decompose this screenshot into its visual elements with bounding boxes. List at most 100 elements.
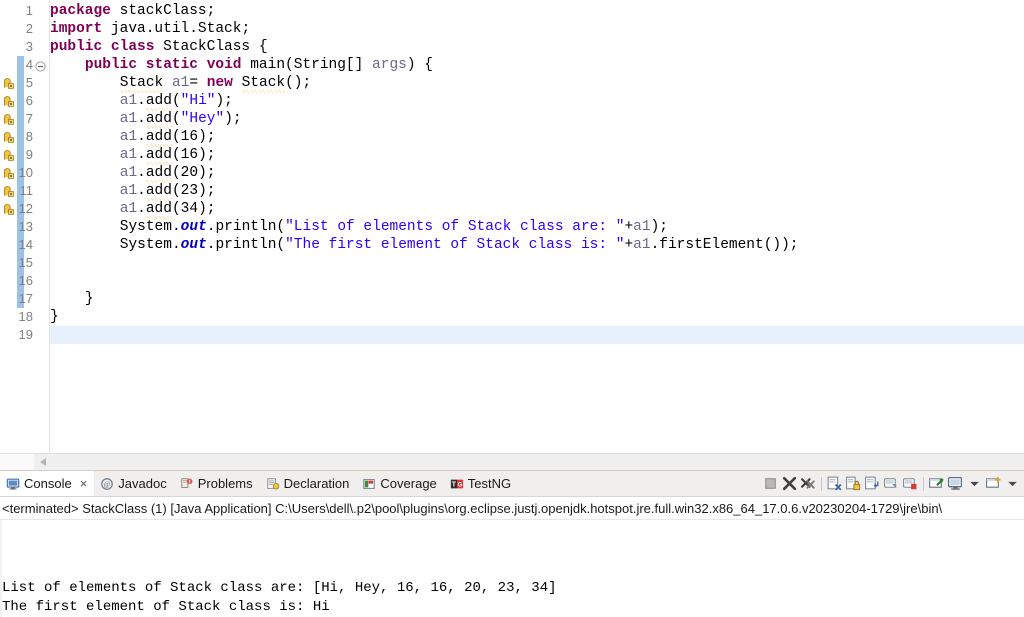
code-line[interactable]: import java.util.Stack;: [50, 20, 250, 38]
code-line[interactable]: a1.add("Hi");: [50, 92, 233, 111]
code-token: );: [215, 93, 233, 109]
code-line[interactable]: a1.add(34);: [50, 200, 216, 219]
terminate-button[interactable]: [762, 475, 779, 492]
console-output-line: The first element of Stack class is: Hi: [2, 599, 330, 615]
editor-text-area[interactable]: 1 2 3 4 5 6 7 8 9 10 11 12 13 14 15 16 17 18 19 package st…: [0, 0, 1024, 462]
code-token: args: [372, 57, 407, 73]
warning-marker-icon[interactable]: [2, 131, 15, 144]
show-console-stderr-button[interactable]: [902, 475, 919, 492]
code-token: new: [206, 75, 233, 91]
pin-console-button[interactable]: [928, 475, 945, 492]
fold-collapse-icon[interactable]: [35, 60, 46, 72]
open-console-button[interactable]: [985, 475, 1002, 492]
code-token: .println(: [206, 219, 286, 235]
clear-console-button[interactable]: [826, 475, 843, 492]
warning-marker-icon[interactable]: [2, 77, 15, 90]
show-console-stdout-button[interactable]: [883, 475, 900, 492]
remove-launch-button[interactable]: [781, 475, 798, 492]
warning-marker-icon[interactable]: [2, 203, 15, 216]
display-selected-console-button[interactable]: [947, 475, 964, 492]
code-token: a1: [633, 219, 651, 235]
console-view: Console × @ Javadoc Problems Declaration Cover…: [0, 470, 1024, 617]
code-token: "List of elements of Stack class are: ": [285, 219, 625, 235]
view-tabs[interactable]: Console × @ Javadoc Problems Declaration Cover…: [0, 471, 518, 496]
editor-horizontal-scrollbar[interactable]: [0, 453, 1024, 470]
console-toolbar[interactable]: [761, 471, 1024, 496]
folding-ruler[interactable]: [35, 0, 49, 462]
scroll-left-arrow-icon[interactable]: [40, 458, 46, 466]
code-token: public static void: [84, 57, 242, 73]
code-token: public class: [50, 39, 155, 55]
code-token: add: [145, 111, 172, 129]
scrollbar-track[interactable]: [34, 454, 1024, 470]
warning-marker-icon[interactable]: [2, 113, 15, 126]
console-output[interactable]: List of elements of Stack class are: [Hi…: [0, 520, 1024, 617]
console-status-line: <terminated> StackClass (1) [Java Applic…: [0, 497, 1024, 520]
code-token: (20);: [171, 165, 216, 181]
code-line[interactable]: Stack a1= new Stack();: [50, 74, 312, 93]
code-token: main(String[]: [241, 57, 373, 73]
warning-marker-icon[interactable]: [2, 149, 15, 162]
code-line[interactable]: System.out.println("List of elements of …: [50, 218, 668, 236]
source-code[interactable]: package stackClass; import java.util.Stac…: [50, 0, 1024, 462]
code-line[interactable]: public class StackClass {: [50, 38, 268, 56]
remove-all-launches-button[interactable]: [800, 475, 817, 492]
warning-marker-icon[interactable]: [2, 185, 15, 198]
code-token: add: [145, 201, 172, 219]
code-line[interactable]: }: [50, 308, 59, 326]
code-token: +: [624, 219, 634, 235]
code-token: .println(: [206, 237, 286, 253]
code-line[interactable]: a1.add(23);: [50, 182, 216, 201]
code-token: (34);: [171, 201, 216, 217]
java-editor[interactable]: 1 2 3 4 5 6 7 8 9 10 11 12 13 14 15 16 17 18 19 package st…: [0, 0, 1024, 470]
code-token: StackClass {: [154, 39, 268, 55]
svg-text:@: @: [104, 480, 111, 488]
code-token: a1: [633, 237, 651, 253]
code-token: }: [50, 309, 59, 325]
code-token: }: [84, 291, 94, 307]
word-wrap-button[interactable]: [864, 475, 881, 492]
problems-icon: [180, 477, 194, 491]
code-token: ();: [285, 75, 312, 91]
code-token: a1: [119, 111, 138, 127]
code-token: (23);: [171, 183, 216, 199]
code-token: a1: [119, 129, 138, 145]
code-line[interactable]: a1.add(16);: [50, 128, 215, 147]
code-line[interactable]: a1.add("Hey");: [50, 110, 242, 129]
code-line[interactable]: package stackClass;: [50, 2, 215, 20]
open-console-dropdown[interactable]: [1004, 475, 1021, 492]
code-token: a1: [171, 75, 190, 91]
code-token: );: [224, 111, 242, 127]
tab-testng[interactable]: T G TestNG: [444, 471, 518, 496]
code-line[interactable]: }: [50, 290, 94, 308]
warning-marker-icon[interactable]: [2, 95, 15, 108]
code-token: .: [137, 165, 146, 181]
code-line[interactable]: System.out.println("The first element of…: [50, 236, 799, 254]
tab-label: Coverage: [380, 476, 437, 491]
code-line[interactable]: a1.add(16);: [50, 146, 215, 165]
tab-label: TestNG: [467, 476, 512, 491]
code-token: out: [180, 219, 207, 235]
close-icon[interactable]: ×: [80, 477, 88, 490]
code-token: .: [137, 183, 146, 199]
tab-coverage[interactable]: Coverage: [356, 471, 443, 496]
annotation-ruler[interactable]: [0, 0, 17, 462]
eclipse-ide-window: 1 2 3 4 5 6 7 8 9 10 11 12 13 14 15 16 17 18 19 package st…: [0, 0, 1024, 617]
code-token: System.: [119, 219, 181, 235]
code-token: .: [137, 201, 146, 217]
code-line[interactable]: a1.add(20);: [50, 164, 216, 183]
code-line[interactable]: public static void main(String[] args) {: [50, 56, 433, 74]
tab-declaration[interactable]: Declaration: [260, 471, 357, 496]
code-token: System.: [119, 237, 181, 253]
tab-console[interactable]: Console ×: [0, 471, 95, 496]
tab-problems[interactable]: Problems: [174, 471, 260, 496]
scroll-lock-button[interactable]: [845, 475, 862, 492]
warning-marker-icon[interactable]: [2, 167, 15, 180]
toolbar-separator: [923, 476, 924, 491]
code-token: +: [624, 237, 634, 253]
tab-javadoc[interactable]: @ Javadoc: [94, 471, 173, 496]
svg-text:T: T: [452, 481, 457, 488]
display-console-dropdown[interactable]: [966, 475, 983, 492]
console-left-rail: [0, 520, 2, 617]
code-token: "The first element of Stack class is: ": [285, 237, 625, 253]
